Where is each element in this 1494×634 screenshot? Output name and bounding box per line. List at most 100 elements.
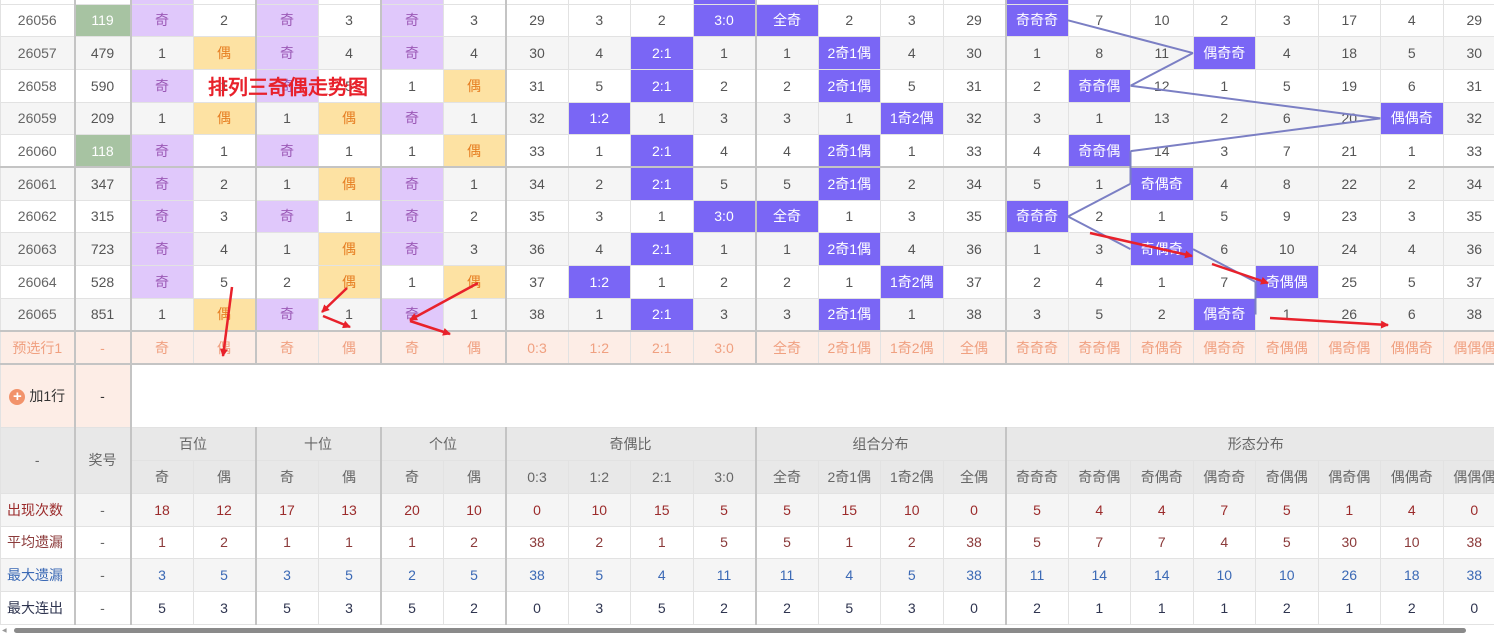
hit-cell: 全奇 [756, 200, 819, 233]
stats-value: 5 [1256, 526, 1319, 559]
hit-cell: 奇偶奇 [1131, 167, 1194, 200]
omission-cell: 20 [1318, 102, 1381, 135]
omission-cell: 1 [1068, 167, 1131, 200]
omission-cell: 1 [131, 298, 194, 331]
stats-row: 平均遗漏-121112382155123857745301038 [1, 526, 1494, 559]
omission-cell: 2 [568, 167, 631, 200]
hit-cell: 奇 [381, 4, 444, 37]
omission-cell: 1 [881, 135, 944, 168]
omission-cell: 31 [943, 69, 1006, 102]
horizontal-scrollbar[interactable] [14, 628, 1466, 633]
header-sub: 偶 [443, 460, 506, 493]
preselect-option[interactable]: 奇偶奇 [1131, 331, 1194, 365]
omission-cell: 1 [381, 266, 444, 299]
preselect-option[interactable]: 偶奇奇 [1193, 331, 1256, 365]
omission-cell: 5 [1256, 69, 1319, 102]
preselect-label: 预选行1 [1, 331, 75, 365]
hit-cell: 奇 [131, 233, 194, 266]
stats-row: 出现次数-18121713201001015551510054475140 [1, 493, 1494, 526]
omission-cell: 3 [756, 298, 819, 331]
preselect-option[interactable]: 偶 [443, 331, 506, 365]
header-sub: 2奇1偶 [818, 460, 881, 493]
preselect-option[interactable]: 偶偶偶 [1443, 331, 1494, 365]
stats-value: 5 [131, 591, 194, 624]
omission-cell: 35 [943, 200, 1006, 233]
omission-cell: 5 [756, 167, 819, 200]
hit-cell: 偶 [318, 233, 381, 266]
stats-award: - [75, 559, 131, 592]
preselect-option[interactable]: 奇奇奇 [1006, 331, 1069, 365]
stats-value: 1 [631, 526, 694, 559]
preselect-option[interactable]: 偶偶奇 [1381, 331, 1444, 365]
omission-cell: 1 [443, 298, 506, 331]
omission-cell: 1 [631, 200, 694, 233]
stats-value: 13 [318, 493, 381, 526]
omission-cell: 2 [193, 4, 256, 37]
stats-value: 4 [818, 559, 881, 592]
award-number: 851 [75, 298, 131, 331]
omission-cell: 1 [318, 298, 381, 331]
preselect-row: 预选行1-奇偶奇偶奇偶0:31:22:13:0全奇2奇1偶1奇2偶全偶奇奇奇奇奇… [1, 331, 1494, 365]
preselect-option[interactable]: 2奇1偶 [818, 331, 881, 365]
omission-cell: 5 [1006, 167, 1069, 200]
stats-value: 0 [1443, 591, 1494, 624]
award-number: 528 [75, 266, 131, 299]
stats-award: - [75, 591, 131, 624]
omission-cell: 4 [881, 37, 944, 70]
stats-value: 5 [1006, 526, 1069, 559]
preselect-option[interactable]: 奇 [256, 331, 319, 365]
omission-cell: 1 [1381, 135, 1444, 168]
header-sub: 1奇2偶 [881, 460, 944, 493]
omission-cell: 2 [756, 266, 819, 299]
omission-cell: 4 [443, 37, 506, 70]
table-row: 26062315奇3奇1奇235313:0全奇1335奇奇奇215923335 [1, 200, 1494, 233]
stats-value: 1 [256, 526, 319, 559]
stats-value: 5 [756, 493, 819, 526]
preselect-option[interactable]: 1:2 [568, 331, 631, 365]
omission-cell: 1 [631, 102, 694, 135]
award-number: 209 [75, 102, 131, 135]
preselect-option[interactable]: 奇偶偶 [1256, 331, 1319, 365]
hit-cell: 奇 [256, 298, 319, 331]
preselect-option[interactable]: 奇 [381, 331, 444, 365]
hit-cell: 偶 [193, 102, 256, 135]
hit-cell: 2奇1偶 [818, 135, 881, 168]
omission-cell: 13 [1131, 102, 1194, 135]
preselect-option[interactable]: 2:1 [631, 331, 694, 365]
preselect-option[interactable]: 奇奇偶 [1068, 331, 1131, 365]
preselect-option[interactable]: 偶奇偶 [1318, 331, 1381, 365]
omission-cell: 1 [1068, 102, 1131, 135]
header-award: 奖号 [75, 427, 131, 493]
omission-cell: 1 [1131, 200, 1194, 233]
header-sub: 偶偶偶 [1443, 460, 1494, 493]
stats-value: 10 [1256, 559, 1319, 592]
stats-value: 0 [506, 591, 569, 624]
award-number: 315 [75, 200, 131, 233]
stats-value: 4 [1381, 493, 1444, 526]
omission-cell: 11 [1131, 37, 1194, 70]
omission-cell: 4 [1068, 266, 1131, 299]
omission-cell: 4 [568, 37, 631, 70]
preselect-option[interactable]: 偶 [193, 331, 256, 365]
stats-value: 3 [568, 591, 631, 624]
stats-value: 2 [443, 526, 506, 559]
preselect-option[interactable]: 0:3 [506, 331, 569, 365]
preselect-option[interactable]: 3:0 [693, 331, 756, 365]
hit-cell: 偶 [443, 69, 506, 102]
omission-cell: 2 [756, 69, 819, 102]
preselect-option[interactable]: 偶 [318, 331, 381, 365]
omission-cell: 14 [1131, 135, 1194, 168]
preselect-option[interactable]: 奇 [131, 331, 194, 365]
omission-cell: 23 [1318, 200, 1381, 233]
add-row-button[interactable]: +加1行 [1, 364, 75, 427]
stats-value: 5 [256, 591, 319, 624]
stats-value: 3 [881, 591, 944, 624]
preselect-option[interactable]: 全奇 [756, 331, 819, 365]
stats-value: 3 [193, 591, 256, 624]
omission-cell: 29 [943, 4, 1006, 37]
stats-value: 1 [318, 526, 381, 559]
preselect-option[interactable]: 全偶 [943, 331, 1006, 365]
preselect-option[interactable]: 1奇2偶 [881, 331, 944, 365]
omission-cell: 1 [568, 135, 631, 168]
omission-cell: 34 [943, 167, 1006, 200]
